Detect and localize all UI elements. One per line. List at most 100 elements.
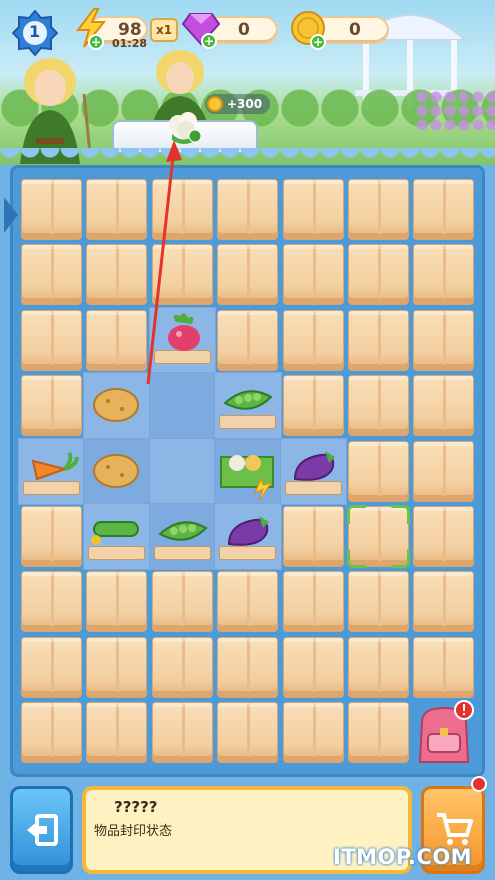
backpack-icon[interactable] — [410, 700, 478, 768]
sealed-box[interactable] — [151, 636, 213, 698]
board-cell[interactable] — [281, 700, 346, 765]
sealed-box[interactable] — [217, 309, 279, 371]
empty-cell[interactable] — [148, 437, 217, 505]
board-cell[interactable] — [281, 308, 346, 373]
board-cell[interactable] — [411, 439, 476, 504]
sealed-box[interactable] — [347, 179, 409, 240]
sealed-box[interactable] — [282, 309, 344, 371]
board-cell[interactable] — [84, 177, 149, 242]
board-cell[interactable] — [346, 308, 411, 373]
board-cell[interactable] — [346, 177, 411, 242]
board-cell[interactable] — [84, 308, 149, 373]
multiplier-button[interactable]: x1 — [150, 18, 178, 42]
exit-button[interactable] — [10, 786, 73, 874]
board-cell[interactable] — [150, 700, 215, 765]
sealed-box[interactable] — [217, 702, 279, 764]
sealed-box[interactable] — [217, 571, 279, 633]
potato-icon[interactable] — [84, 373, 149, 438]
board-cell[interactable] — [19, 177, 84, 242]
board-cell[interactable] — [411, 569, 476, 634]
board-cell[interactable] — [214, 502, 282, 571]
sealed-box[interactable] — [282, 179, 344, 240]
board-cell[interactable] — [411, 308, 476, 373]
board-cell[interactable] — [346, 700, 411, 765]
board-cell[interactable] — [19, 242, 84, 307]
board-cell[interactable] — [411, 635, 476, 700]
empty-cell[interactable] — [148, 372, 217, 440]
board-cell[interactable] — [215, 242, 280, 307]
board-cell[interactable] — [215, 700, 280, 765]
sealed-box[interactable] — [21, 571, 82, 633]
add-energy-button[interactable]: + — [88, 34, 104, 50]
sealed-box[interactable] — [86, 571, 148, 633]
cucumber-icon[interactable] — [84, 504, 149, 569]
sealed-box[interactable] — [21, 179, 82, 240]
board-cell[interactable] — [19, 635, 84, 700]
board-cell[interactable] — [19, 373, 84, 438]
sealed-box[interactable] — [347, 440, 409, 502]
sealed-box[interactable] — [347, 309, 409, 371]
board-cell[interactable] — [148, 502, 217, 571]
board-cell[interactable] — [84, 700, 149, 765]
board-cell[interactable] — [281, 569, 346, 634]
board-cell[interactable] — [83, 437, 151, 505]
board-cell[interactable] — [19, 569, 84, 634]
board-cell[interactable] — [346, 504, 411, 569]
sealed-box[interactable] — [282, 571, 344, 633]
board-cell[interactable] — [346, 439, 411, 504]
peas-icon[interactable] — [150, 504, 215, 569]
board-cell[interactable] — [215, 308, 280, 373]
sealed-box[interactable] — [217, 244, 279, 306]
eggplant-icon[interactable] — [281, 439, 346, 504]
sealed-box[interactable] — [413, 244, 475, 306]
sealed-box[interactable] — [86, 179, 148, 240]
sealed-box[interactable] — [413, 636, 475, 698]
sealed-box[interactable] — [151, 244, 213, 306]
board-cell[interactable] — [281, 635, 346, 700]
board-cell[interactable] — [411, 373, 476, 438]
board-cell[interactable] — [150, 569, 215, 634]
sealed-box[interactable] — [151, 179, 213, 240]
sealed-box[interactable] — [413, 440, 475, 502]
board-cell[interactable] — [83, 372, 151, 440]
board-cell[interactable] — [148, 306, 217, 375]
add-coins-button[interactable]: + — [310, 34, 326, 50]
sealed-box[interactable] — [21, 244, 82, 306]
board-cell[interactable] — [214, 372, 282, 440]
sealed-box[interactable] — [347, 702, 409, 764]
board-cell[interactable] — [83, 502, 151, 571]
sealed-box[interactable] — [282, 244, 344, 306]
sealed-box[interactable] — [347, 636, 409, 698]
sealed-box[interactable] — [282, 505, 344, 567]
board-cell[interactable] — [215, 177, 280, 242]
board-cell[interactable] — [84, 635, 149, 700]
radish-icon[interactable] — [150, 308, 215, 373]
sealed-box[interactable] — [282, 375, 344, 437]
board-cell[interactable] — [346, 569, 411, 634]
sealed-box[interactable] — [86, 636, 148, 698]
board-cell[interactable] — [411, 504, 476, 569]
sealed-box[interactable] — [347, 375, 409, 437]
board-cell[interactable] — [214, 437, 282, 505]
sealed-box[interactable] — [413, 571, 475, 633]
board-cell[interactable] — [150, 635, 215, 700]
sealed-box[interactable] — [86, 309, 148, 371]
board-cell[interactable] — [19, 504, 84, 569]
sealed-box[interactable] — [151, 702, 213, 764]
peas-icon[interactable] — [215, 373, 280, 438]
sealed-box[interactable] — [151, 571, 213, 633]
board-cell[interactable] — [19, 700, 84, 765]
sealed-box[interactable] — [413, 375, 475, 437]
board-cell[interactable] — [346, 635, 411, 700]
sealed-box[interactable] — [282, 636, 344, 698]
sealed-box[interactable] — [86, 702, 148, 764]
sealed-box[interactable] — [347, 244, 409, 306]
sealed-box[interactable] — [282, 702, 344, 764]
potato-icon[interactable] — [84, 439, 149, 504]
carrot-icon[interactable] — [19, 439, 84, 504]
board-cell[interactable] — [346, 373, 411, 438]
sealed-box[interactable] — [21, 309, 82, 371]
sealed-box[interactable] — [21, 375, 82, 437]
board-cell[interactable] — [84, 242, 149, 307]
board-cell[interactable] — [411, 177, 476, 242]
